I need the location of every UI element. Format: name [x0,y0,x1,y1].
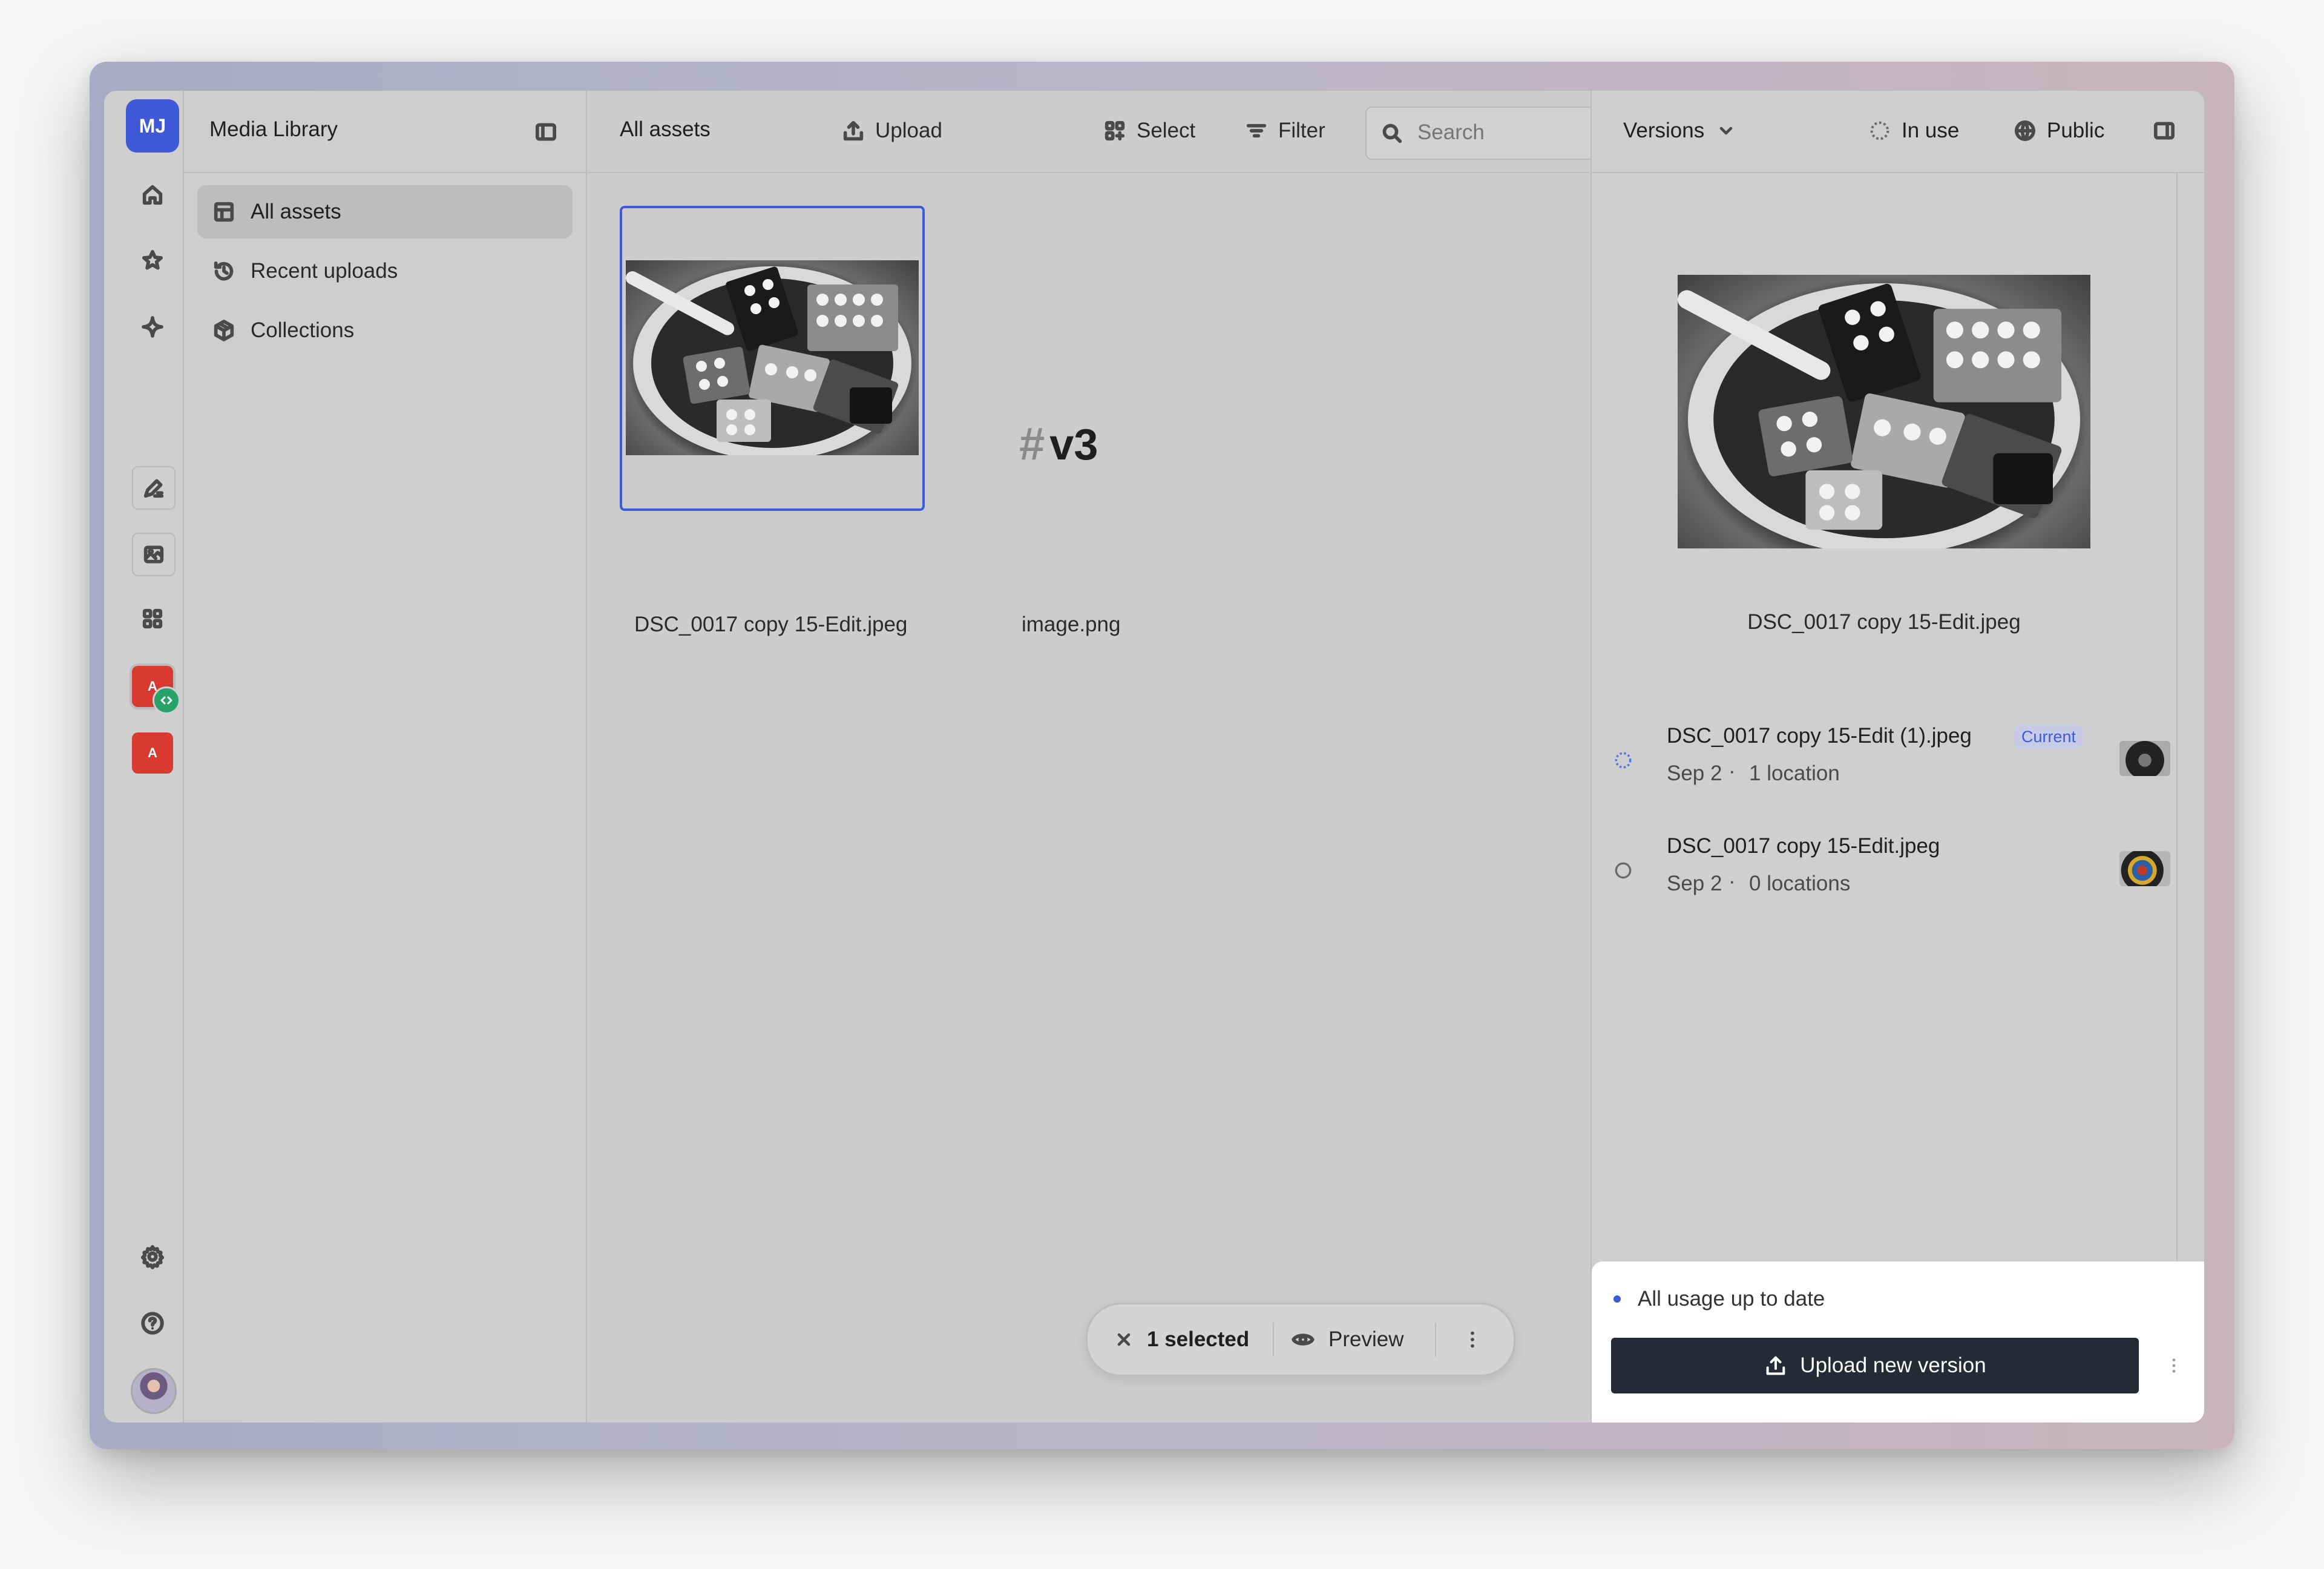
nav-label: Recent uploads [251,259,398,283]
library-sidebar: Media Library All assets Recent uploads [184,91,587,1423]
chevron-down-icon [1716,121,1736,140]
nav-item-recent-uploads[interactable]: Recent uploads [197,245,573,298]
upload-new-version-button[interactable]: Upload new version [1611,1338,2139,1393]
public-label: Public [2047,119,2105,142]
more-options-icon[interactable] [2157,1349,2191,1383]
nav-label: Collections [251,318,355,342]
public-button[interactable]: Public [2013,109,2104,153]
nav-label: All assets [251,200,341,223]
globe-icon [2013,119,2037,143]
current-badge: Current [2014,725,2084,749]
search-icon [1380,121,1404,145]
version-locations: 1 location [1749,761,1840,785]
upload-new-version-label: Upload new version [1800,1354,1986,1377]
image-icon[interactable] [132,533,176,576]
apps-grid-icon[interactable] [136,602,169,636]
upload-label: Upload [875,119,942,142]
close-icon [1114,1330,1134,1349]
version-name: DSC_0017 copy 15-Edit (1).jpeg [1667,724,1972,748]
panel-header-divider [1592,172,2204,173]
asset-card[interactable]: # v3 [1019,206,1324,511]
panel-scrollbar[interactable] [2176,173,2178,1350]
divider [1273,1323,1274,1357]
eye-icon [1291,1327,1315,1352]
status-circle-icon [1611,858,1635,883]
asset-text-preview: # v3 [1019,418,1098,470]
version-thumbnail [2119,741,2170,776]
version-row[interactable]: DSC_0017 copy 15-Edit.jpeg Sep 2 · 0 loc… [1604,833,2170,924]
select-button[interactable]: Select [1103,109,1195,153]
version-locations: 0 locations [1749,872,1851,895]
filter-icon [1244,119,1269,143]
app-badge-active[interactable]: A [132,666,180,714]
selection-bar: 1 selected Preview [1086,1303,1515,1377]
more-options-icon[interactable] [1456,1323,1489,1357]
app-frame: MJ A A Media Library All assets Recent u… [104,91,2204,1423]
upload-button[interactable]: Upload [841,109,942,153]
toolbar-divider [587,172,1589,173]
divider [1435,1323,1436,1357]
toggle-panel-icon[interactable] [2147,114,2181,148]
version-date: Sep 2 [1667,761,1722,785]
star-icon[interactable] [136,243,169,277]
pen-icon[interactable] [132,466,176,510]
selected-count: 1 selected [1147,1327,1250,1351]
version-name: DSC_0017 copy 15-Edit.jpeg [1667,834,1940,858]
loading-icon [1868,119,1892,143]
hash-glyph: # [1019,418,1045,470]
clear-selection-button[interactable]: 1 selected [1114,1323,1249,1357]
status-dot [1613,1295,1621,1303]
code-badge-icon [153,686,180,714]
asset-card[interactable] [620,206,925,511]
assets-main: All assets Upload Select Filter Search D… [587,91,1676,1423]
preview-label: Preview [1328,1327,1404,1351]
loading-status-icon [1611,748,1635,772]
app-window: MJ A A Media Library All assets Recent u… [90,62,2234,1449]
upload-icon [841,119,865,143]
version-preview-image [1678,275,2090,548]
asset-thumbnail [626,260,919,455]
workspace-avatar[interactable]: MJ [126,99,179,153]
filter-label: Filter [1278,119,1325,142]
app-badge[interactable]: A [132,732,173,774]
filter-button[interactable]: Filter [1244,109,1325,153]
in-use-button[interactable]: In use [1868,109,1959,153]
upload-icon [1764,1354,1788,1378]
usage-card: All usage up to date Upload new version [1592,1261,2204,1423]
version-row[interactable]: DSC_0017 copy 15-Edit (1).jpeg Current S… [1604,723,2170,814]
select-label: Select [1137,119,1196,142]
preview-file-name: DSC_0017 copy 15-Edit.jpeg [1747,610,2021,634]
page-title: All assets [620,117,711,141]
usage-status: All usage up to date [1638,1287,1825,1311]
separator-dot: · [1728,869,1736,893]
workspace-initials: MJ [139,114,166,137]
version-thumbnail [2119,851,2170,886]
preview-button[interactable]: Preview [1291,1323,1403,1357]
box-icon [212,318,236,343]
in-use-label: In use [1902,119,1960,142]
asset-name: image.png [1022,613,1121,636]
collapse-sidebar-icon[interactable] [529,115,563,149]
nav-item-all-assets[interactable]: All assets [197,185,573,238]
home-icon[interactable] [136,178,169,212]
asset-name: DSC_0017 copy 15-Edit.jpeg [634,613,908,636]
app-badge-letter: A [148,745,157,760]
version-label: v3 [1049,421,1098,469]
versions-dropdown[interactable]: Versions [1623,109,1736,153]
sparkle-icon[interactable] [136,310,169,344]
user-avatar[interactable] [131,1368,177,1414]
versions-label: Versions [1623,119,1705,142]
header-divider [184,172,586,173]
library-title: Media Library [209,117,338,141]
versions-panel: Versions In use Public DSC_0017 copy 15-… [1590,91,2204,1423]
nav-item-collections[interactable]: Collections [197,304,573,357]
help-icon[interactable] [136,1306,169,1340]
select-grid-icon [1103,119,1127,143]
separator-dot: · [1728,759,1736,783]
version-date: Sep 2 [1667,872,1722,895]
icon-rail: MJ A A [104,91,184,1423]
gear-icon[interactable] [136,1240,169,1274]
history-icon [212,259,236,283]
grid-layout-icon [212,200,236,224]
